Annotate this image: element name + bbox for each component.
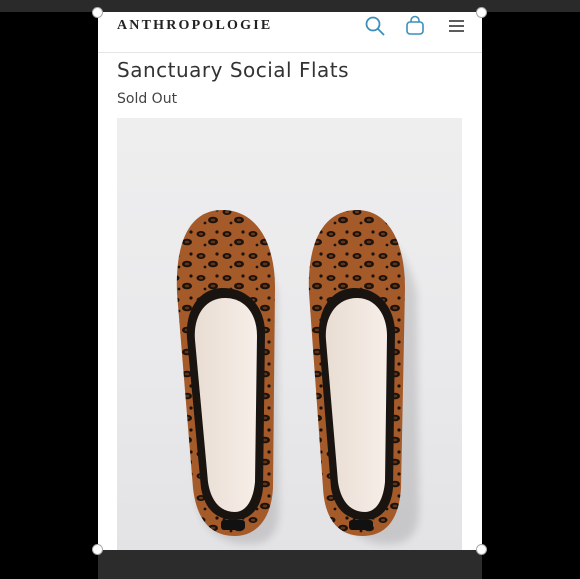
top-bar bbox=[0, 0, 580, 12]
product-image[interactable] bbox=[117, 118, 462, 550]
stock-status: Sold Out bbox=[117, 91, 178, 107]
crop-handle-bottom-left[interactable] bbox=[92, 544, 103, 555]
search-icon[interactable] bbox=[364, 15, 386, 37]
brand-logo[interactable]: ANTHROPOLOGIE bbox=[117, 18, 272, 34]
site-header: ANTHROPOLOGIE bbox=[98, 12, 482, 53]
crop-handle-top-right[interactable] bbox=[476, 7, 487, 18]
bottom-bar bbox=[98, 550, 482, 579]
crop-handle-bottom-right[interactable] bbox=[476, 544, 487, 555]
crop-handle-top-left[interactable] bbox=[92, 7, 103, 18]
shopping-bag-icon[interactable] bbox=[404, 15, 426, 37]
product-page: ANTHROPOLOGIE Sanctuary Social Flats Sol… bbox=[98, 12, 482, 550]
product-title: Sanctuary Social Flats bbox=[117, 58, 350, 82]
right-shoe-illustration bbox=[308, 210, 405, 536]
left-shoe-illustration bbox=[176, 210, 275, 536]
hamburger-menu-icon[interactable] bbox=[446, 15, 468, 37]
